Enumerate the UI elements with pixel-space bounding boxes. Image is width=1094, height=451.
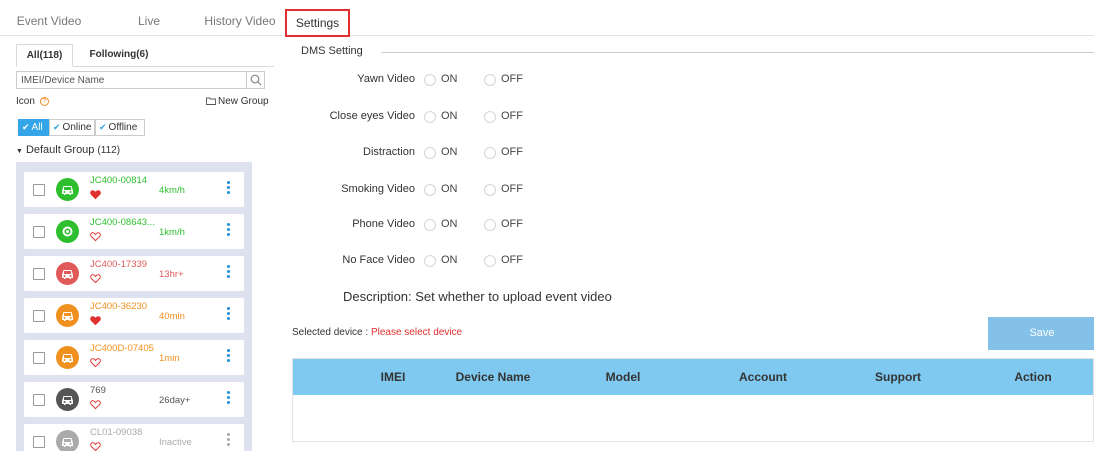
car-icon <box>56 304 79 327</box>
more-icon[interactable] <box>227 349 230 364</box>
setting-row: Smoking Video ON OFF <box>0 182 600 198</box>
car-icon <box>56 430 79 451</box>
folder-icon <box>206 97 216 106</box>
column-device-name: Device Name <box>455 370 531 384</box>
radio-off-label[interactable]: OFF <box>501 218 523 230</box>
heart-icon[interactable] <box>90 357 101 368</box>
tab-event-video[interactable]: Event Video <box>12 7 86 37</box>
radio-off-label[interactable]: OFF <box>501 73 523 85</box>
heart-icon[interactable] <box>90 441 101 451</box>
device-checkbox[interactable] <box>33 352 45 364</box>
device-sidebar: All(118) Following(6) Icon ? New Group ✔… <box>0 36 276 451</box>
help-icon[interactable]: ? <box>39 96 49 106</box>
device-list: JC400-00814 4km/h JC400-08643... 1km/h JC400… <box>16 162 252 451</box>
device-status: 40min <box>159 311 185 322</box>
device-row[interactable]: 769 26day+ <box>24 382 244 417</box>
tab-all-devices[interactable]: All(118) <box>16 44 73 67</box>
radio-off[interactable] <box>484 219 496 231</box>
car-icon <box>56 346 79 369</box>
device-checkbox[interactable] <box>33 436 45 448</box>
radio-off-label[interactable]: OFF <box>501 110 523 122</box>
icon-legend: Icon ? <box>16 96 49 107</box>
radio-off[interactable] <box>484 184 496 196</box>
radio-on[interactable] <box>424 255 436 267</box>
device-name[interactable]: JC400D-07405 <box>90 343 154 354</box>
table-header: IMEI Device Name Model Account Support A… <box>293 359 1093 395</box>
device-row[interactable]: JC400-36230 40min <box>24 298 244 333</box>
column-model: Model <box>605 370 641 384</box>
tab-live[interactable]: Live <box>132 7 166 37</box>
radio-on-label[interactable]: ON <box>441 146 458 158</box>
setting-row: Distraction ON OFF <box>0 145 600 161</box>
icon-legend-label: Icon <box>16 96 35 107</box>
selected-device-value: Please select device <box>370 327 463 338</box>
radio-on[interactable] <box>424 184 436 196</box>
column-account: Account <box>739 370 787 384</box>
radio-on[interactable] <box>424 111 436 123</box>
setting-label: No Face Video <box>342 254 415 266</box>
device-status: 26day+ <box>159 395 191 406</box>
top-tab-bar: Event Video Live History Video Settings <box>0 0 1094 37</box>
setting-row: Yawn Video ON OFF <box>0 72 600 88</box>
radio-on-label[interactable]: ON <box>441 110 458 122</box>
setting-label: Phone Video <box>352 218 415 230</box>
setting-row: Phone Video ON OFF <box>0 217 600 233</box>
setting-row: Close eyes Video ON OFF <box>0 109 600 125</box>
tab-settings[interactable]: Settings <box>285 9 350 37</box>
radio-on[interactable] <box>424 147 436 159</box>
more-icon[interactable] <box>227 307 230 322</box>
heart-icon[interactable] <box>90 399 101 410</box>
device-filter-tabs: All(118) Following(6) <box>16 44 274 67</box>
radio-off[interactable] <box>484 111 496 123</box>
device-checkbox[interactable] <box>33 310 45 322</box>
column-action: Action <box>1014 370 1052 384</box>
device-status: 13hr+ <box>159 269 184 280</box>
heart-icon[interactable] <box>90 273 101 284</box>
radio-on[interactable] <box>424 219 436 231</box>
radio-off[interactable] <box>484 74 496 86</box>
description: Description: Set whether to upload event… <box>343 289 612 304</box>
device-row[interactable]: JC400D-07405 1min <box>24 340 244 375</box>
car-icon <box>56 388 79 411</box>
radio-on-label[interactable]: ON <box>441 254 458 266</box>
new-group-label: New Group <box>218 96 269 107</box>
setting-label: Close eyes Video <box>329 110 415 122</box>
setting-label: Distraction <box>363 146 415 158</box>
setting-label: Yawn Video <box>357 73 415 85</box>
radio-off-label[interactable]: OFF <box>501 183 523 195</box>
radio-on[interactable] <box>424 74 436 86</box>
new-group-button[interactable]: New Group <box>206 96 269 107</box>
column-support: Support <box>875 370 921 384</box>
tab-history-video[interactable]: History Video <box>204 7 276 37</box>
device-name[interactable]: JC400-36230 <box>90 301 147 312</box>
device-checkbox[interactable] <box>33 394 45 406</box>
selected-device-label: Selected device : <box>292 327 371 338</box>
setting-row: No Face Video ON OFF <box>0 253 600 269</box>
radio-off[interactable] <box>484 147 496 159</box>
device-status: 1min <box>159 353 180 364</box>
device-row[interactable]: CL01-09038 Inactive <box>24 424 244 451</box>
radio-off-label[interactable]: OFF <box>501 146 523 158</box>
more-icon[interactable] <box>227 391 230 406</box>
tab-following[interactable]: Following(6) <box>86 44 152 67</box>
device-name[interactable]: 769 <box>90 385 106 396</box>
radio-off-label[interactable]: OFF <box>501 254 523 266</box>
device-checkbox[interactable] <box>33 268 45 280</box>
column-imei: IMEI <box>380 370 406 384</box>
setting-label: Smoking Video <box>341 183 415 195</box>
selected-device: Selected device : Please select device <box>292 327 462 338</box>
radio-on-label[interactable]: ON <box>441 183 458 195</box>
save-button[interactable]: Save <box>988 317 1094 350</box>
radio-off[interactable] <box>484 255 496 267</box>
device-status: Inactive <box>159 437 192 448</box>
heart-icon[interactable] <box>90 315 101 326</box>
section-divider <box>381 52 1094 53</box>
radio-on-label[interactable]: ON <box>441 218 458 230</box>
device-name[interactable]: CL01-09038 <box>90 427 142 438</box>
section-title: DMS Setting <box>301 45 363 57</box>
more-icon[interactable] <box>227 433 230 448</box>
radio-on-label[interactable]: ON <box>441 73 458 85</box>
device-table: IMEI Device Name Model Account Support A… <box>292 358 1094 442</box>
